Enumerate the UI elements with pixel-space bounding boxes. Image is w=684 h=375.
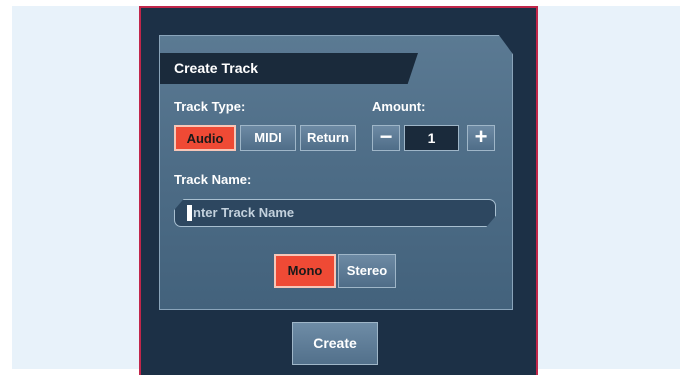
minus-icon: − <box>379 124 393 149</box>
create-track-panel: Create Track Track Type: Amount: Audio M… <box>159 35 513 310</box>
plus-icon: + <box>474 124 488 149</box>
text-cursor <box>187 205 192 221</box>
mono-button[interactable]: Mono <box>274 254 336 288</box>
amount-label: Amount: <box>372 99 426 114</box>
amount-value[interactable]: 1 <box>404 125 459 151</box>
create-track-dialog: Create Track Track Type: Amount: Audio M… <box>139 6 538 375</box>
track-name-placeholder: nter Track Name <box>193 205 295 220</box>
amount-increment-button[interactable]: + <box>467 125 495 151</box>
track-type-label: Track Type: <box>174 99 246 114</box>
panel-title: Create Track <box>160 53 418 84</box>
track-type-return-button[interactable]: Return <box>300 125 356 151</box>
create-button[interactable]: Create <box>292 322 378 365</box>
track-name-label: Track Name: <box>174 172 252 187</box>
track-name-input[interactable]: nter Track Name <box>174 199 496 227</box>
track-type-audio-button[interactable]: Audio <box>174 125 236 151</box>
amount-decrement-button[interactable]: − <box>372 125 400 151</box>
stereo-button[interactable]: Stereo <box>338 254 396 288</box>
track-type-midi-button[interactable]: MIDI <box>240 125 296 151</box>
